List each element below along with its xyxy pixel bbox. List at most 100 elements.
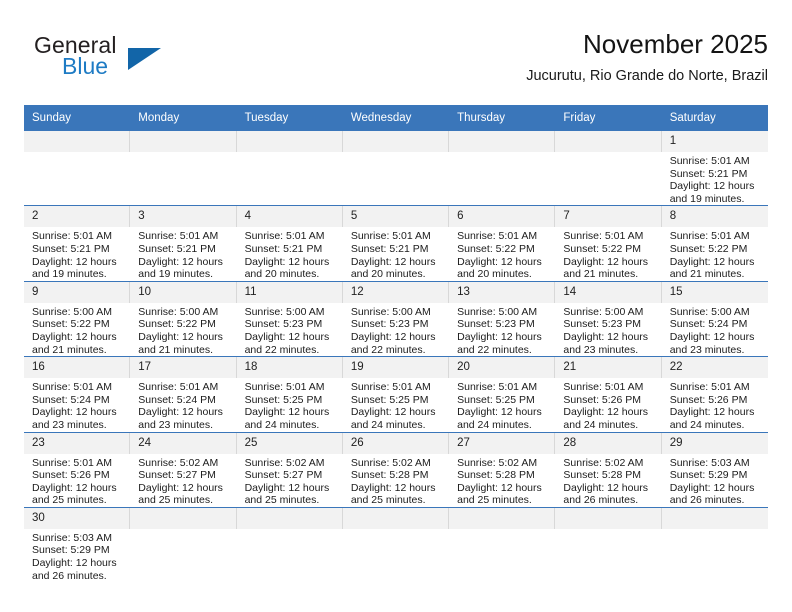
calendar-day-cell[interactable]: 15 Sunrise: 5:00 AM Sunset: 5:24 PM Dayligh… [661,280,768,357]
calendar-day-cell[interactable]: 22 Sunrise: 5:01 AM Sunset: 5:26 PM Dayligh… [661,356,768,432]
daylight-text: and 24 minutes. [244,418,320,431]
daylight-text: Daylight: 12 hours [138,330,223,343]
daylight-text: Daylight: 12 hours [32,557,117,570]
calendar-day-cell[interactable]: 1 Sunrise: 5:01 AM Sunset: 5:21 PM Daylight… [661,131,768,206]
sunset-text: Sunset: 5:26 PM [669,393,748,406]
day-number: 1 [661,131,768,152]
day-details: Sunrise: 5:03 AM Sunset: 5:29 PM Daylight:… [662,454,768,507]
daylight-text: and 19 minutes. [669,192,745,205]
day-number [449,131,556,152]
daylight-text: Daylight: 12 hours [563,330,649,343]
calendar-day-cell-empty [449,131,556,206]
sunrise-text: Sunrise: 5:01 AM [32,230,112,243]
daylight-text: Daylight: 12 hours [457,406,542,419]
calendar-day-cell[interactable]: 12 Sunrise: 5:00 AM Sunset: 5:23 PM Dayligh… [342,280,450,357]
calendar-day-cell[interactable]: 2 Sunrise: 5:01 AM Sunset: 5:21 PM Daylight… [24,205,131,282]
daylight-text: Daylight: 12 hours [563,406,649,419]
calendar-day-cell[interactable]: 21 Sunrise: 5:01 AM Sunset: 5:26 PM Dayligh… [555,356,662,432]
day-number: 4 [236,206,343,228]
calendar-day-cell[interactable]: 8 Sunrise: 5:01 AM Sunset: 5:22 PM Daylight… [661,205,768,282]
calendar-day-cell[interactable]: 5 Sunrise: 5:01 AM Sunset: 5:21 PM Daylight… [342,205,450,282]
calendar-day-cell[interactable]: 30 Sunrise: 5:03 AM Sunset: 5:29 PM Dayligh… [24,506,131,583]
daylight-text: Daylight: 12 hours [138,481,223,494]
daylight-text: and 24 minutes. [457,418,532,431]
daylight-text: Daylight: 12 hours [669,330,755,343]
sunset-text: Sunset: 5:25 PM [244,393,323,406]
calendar-day-cell[interactable]: 3 Sunrise: 5:01 AM Sunset: 5:21 PM Daylight… [130,205,237,282]
daylight-text: and 24 minutes. [350,418,426,431]
weekday-header-monday: Monday [130,105,237,131]
calendar-day-cell[interactable]: 11 Sunrise: 5:00 AM Sunset: 5:23 PM Dayligh… [236,280,343,357]
calendar-day-cell[interactable]: 19 Sunrise: 5:01 AM Sunset: 5:25 PM Dayligh… [342,356,450,432]
calendar-day-cell[interactable]: 6 Sunrise: 5:01 AM Sunset: 5:22 PM Daylight… [449,205,556,282]
calendar-day-cell[interactable]: 28 Sunrise: 5:02 AM Sunset: 5:28 PM Dayligh… [555,431,662,508]
calendar-day-cell[interactable]: 13 Sunrise: 5:00 AM Sunset: 5:23 PM Dayligh… [449,280,556,357]
day-details: Sunrise: 5:00 AM Sunset: 5:23 PM Daylight:… [343,303,449,356]
calendar-week-row: 2 Sunrise: 5:01 AM Sunset: 5:21 PM Daylight… [24,205,768,282]
calendar-day-cell[interactable]: 17 Sunrise: 5:01 AM Sunset: 5:24 PM Dayligh… [130,356,237,432]
calendar-day-cell[interactable]: 16 Sunrise: 5:01 AM Sunset: 5:24 PM Dayligh… [24,356,131,432]
sunset-text: Sunset: 5:28 PM [457,469,535,482]
daylight-text: Daylight: 12 hours [350,481,436,494]
day-number: 13 [449,281,556,303]
day-number [555,131,662,152]
day-details: Sunrise: 5:01 AM Sunset: 5:21 PM Daylight:… [24,227,130,280]
sunset-text: Sunset: 5:27 PM [244,469,323,482]
calendar-day-cell[interactable]: 29 Sunrise: 5:03 AM Sunset: 5:29 PM Dayligh… [661,431,768,508]
day-details: Sunrise: 5:01 AM Sunset: 5:21 PM Daylight:… [343,227,449,280]
calendar-week-row: 16 Sunrise: 5:01 AM Sunset: 5:24 PM Dayligh… [24,356,768,432]
calendar-day-cell-empty [342,506,450,583]
sunset-text: Sunset: 5:23 PM [457,318,535,331]
day-number [130,507,237,529]
weekday-header-saturday: Saturday [661,105,768,131]
calendar-week-row: 9 Sunrise: 5:00 AM Sunset: 5:22 PM Daylight… [24,280,768,357]
calendar-day-cell[interactable]: 9 Sunrise: 5:00 AM Sunset: 5:22 PM Daylight… [24,280,131,357]
sunset-text: Sunset: 5:23 PM [350,318,429,331]
sunrise-text: Sunrise: 5:01 AM [563,230,644,243]
calendar-day-cell-empty [236,506,343,583]
calendar-day-cell[interactable]: 20 Sunrise: 5:01 AM Sunset: 5:25 PM Dayligh… [449,356,556,432]
calendar-day-cell-empty [342,131,450,206]
calendar-day-cell[interactable]: 14 Sunrise: 5:00 AM Sunset: 5:23 PM Dayligh… [555,280,662,357]
calendar-day-cell[interactable]: 27 Sunrise: 5:02 AM Sunset: 5:28 PM Dayligh… [449,431,556,508]
day-number: 28 [555,432,662,454]
calendar-day-cell-empty [555,131,662,206]
daylight-text: Daylight: 12 hours [244,406,330,419]
calendar-day-cell[interactable]: 10 Sunrise: 5:00 AM Sunset: 5:22 PM Dayligh… [130,280,237,357]
calendar-day-cell[interactable]: 18 Sunrise: 5:01 AM Sunset: 5:25 PM Dayligh… [236,356,343,432]
calendar-day-cell[interactable]: 24 Sunrise: 5:02 AM Sunset: 5:27 PM Dayligh… [130,431,237,508]
daylight-text: and 25 minutes. [32,494,107,507]
calendar-day-cell[interactable]: 23 Sunrise: 5:01 AM Sunset: 5:26 PM Dayligh… [24,431,131,508]
calendar-week-row: 1 Sunrise: 5:01 AM Sunset: 5:21 PM Daylight… [24,131,768,206]
day-details: Sunrise: 5:01 AM Sunset: 5:26 PM Daylight:… [662,378,768,431]
day-details: Sunrise: 5:01 AM Sunset: 5:24 PM Daylight:… [24,378,130,431]
sunrise-text: Sunrise: 5:02 AM [244,456,325,469]
calendar-day-cell[interactable]: 26 Sunrise: 5:02 AM Sunset: 5:28 PM Dayligh… [342,431,450,508]
day-number: 26 [342,432,450,454]
sunrise-text: Sunrise: 5:01 AM [244,381,325,394]
sunrise-text: Sunrise: 5:01 AM [669,381,750,394]
day-number: 17 [130,357,237,379]
daylight-text: and 25 minutes. [457,494,532,507]
sunrise-text: Sunrise: 5:03 AM [32,531,112,544]
day-number: 18 [236,357,343,379]
day-number: 5 [342,206,450,228]
calendar-day-cell[interactable]: 7 Sunrise: 5:01 AM Sunset: 5:22 PM Daylight… [555,205,662,282]
day-number: 14 [555,281,662,303]
day-number [342,131,450,152]
sunrise-text: Sunrise: 5:00 AM [244,305,325,318]
calendar-day-cell[interactable]: 4 Sunrise: 5:01 AM Sunset: 5:21 PM Daylight… [236,205,343,282]
sunrise-text: Sunrise: 5:01 AM [32,456,112,469]
day-details: Sunrise: 5:01 AM Sunset: 5:22 PM Daylight:… [662,227,768,280]
day-number: 3 [130,206,237,228]
daylight-text: and 22 minutes. [350,343,426,356]
daylight-text: and 24 minutes. [669,418,745,431]
calendar-day-cell-empty [24,131,131,206]
calendar-container: Sunday Monday Tuesday Wednesday Thursday Frid… [24,105,768,583]
calendar-day-cell[interactable]: 25 Sunrise: 5:02 AM Sunset: 5:27 PM Dayligh… [236,431,343,508]
day-number: 19 [342,357,450,379]
daylight-text: Daylight: 12 hours [563,481,649,494]
logo-text-blue: Blue [62,53,109,79]
sunset-text: Sunset: 5:21 PM [669,167,748,180]
daylight-text: and 21 minutes. [669,268,745,281]
